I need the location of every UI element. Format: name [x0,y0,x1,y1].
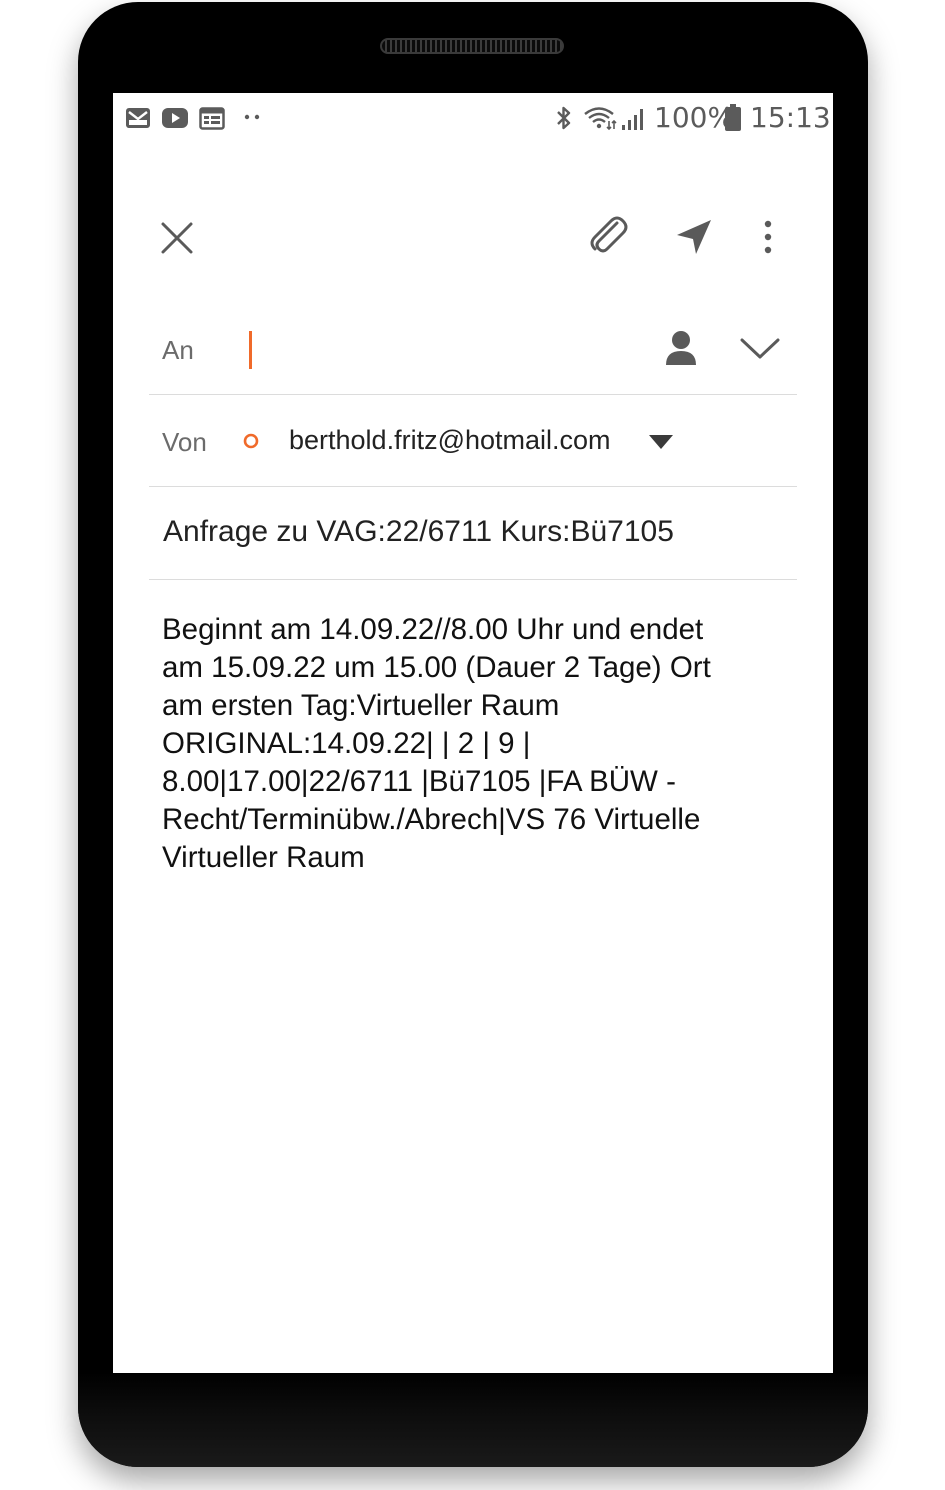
battery-percent: 100% [654,101,735,134]
chevron-down-icon[interactable] [739,337,781,361]
clock: 15:13 [750,101,831,134]
to-divider [149,394,797,395]
wifi-icon [584,107,617,131]
to-label: An [162,335,194,365]
message-body[interactable]: Beginnt am 14.09.22//8.00 Uhr und endet … [162,611,782,877]
screen: 100% 15:13 An Von berthold.fritz@hotmail… [113,93,833,1373]
battery-icon [725,104,741,131]
phone-speaker [380,38,564,54]
from-label: Von [162,427,207,457]
account-indicator-icon [243,433,259,449]
status-bar: 100% 15:13 [113,93,833,143]
phone-chin [78,1372,868,1467]
calendar-icon [199,107,225,130]
more-notifications-icon [244,114,260,120]
signal-icon [622,109,643,130]
bluetooth-icon [557,106,571,130]
close-icon[interactable] [159,220,195,256]
send-icon[interactable] [674,217,714,257]
to-input-cursor[interactable] [249,331,252,369]
contact-picker-icon[interactable] [664,329,698,367]
subject-divider [149,579,797,580]
youtube-icon [162,108,188,128]
more-vertical-icon[interactable] [760,219,776,257]
subject-field[interactable]: Anfrage zu VAG:22/6711 Kurs:Bü7105 [163,515,674,549]
from-account-selector[interactable]: berthold.fritz@hotmail.com [289,425,611,456]
mail-icon [126,108,150,128]
dropdown-arrow-icon[interactable] [647,433,675,451]
from-divider [149,486,797,487]
paperclip-icon[interactable] [587,215,629,259]
